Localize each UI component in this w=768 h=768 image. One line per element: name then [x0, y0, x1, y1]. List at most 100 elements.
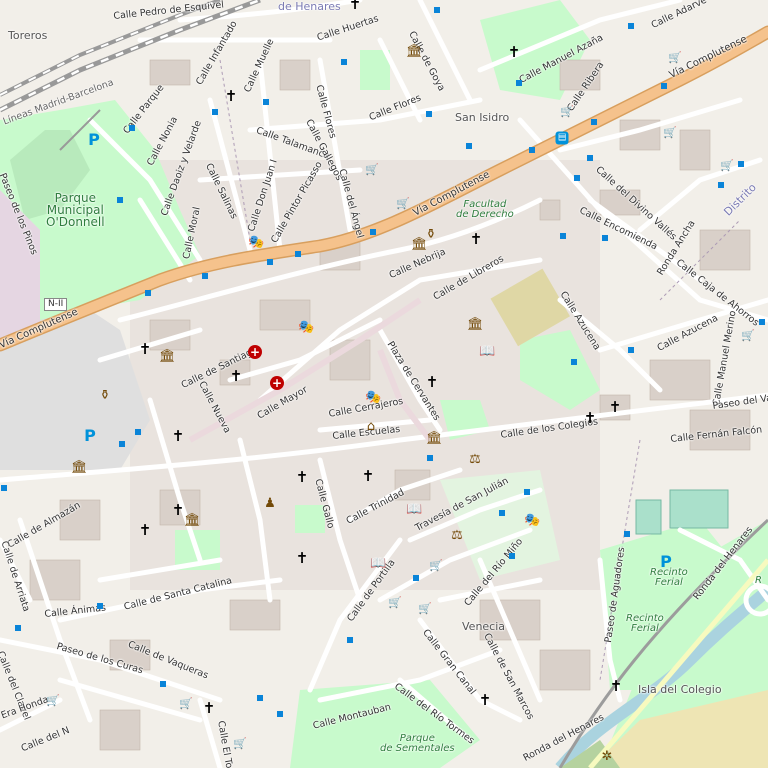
theatre-icon[interactable]: 🎭 — [248, 236, 264, 250]
shop-icon[interactable]: 🛒 — [741, 329, 755, 343]
transit-stop[interactable] — [119, 441, 125, 447]
church-icon[interactable]: ✝ — [171, 503, 185, 518]
church-icon[interactable]: ✝ — [583, 411, 597, 426]
transit-stop[interactable] — [591, 119, 597, 125]
courthouse-icon[interactable]: ⚖ — [468, 453, 482, 467]
transit-stop[interactable] — [516, 80, 522, 86]
church-icon[interactable]: ✝ — [295, 551, 309, 566]
church-icon[interactable]: ✝ — [469, 232, 483, 247]
museum-icon[interactable]: 🏛 — [411, 238, 428, 252]
transit-stop[interactable] — [427, 455, 433, 461]
shop-icon[interactable]: 🛒 — [46, 694, 60, 708]
transit-stop[interactable] — [202, 273, 208, 279]
transit-stop[interactable] — [277, 711, 283, 717]
church-icon[interactable]: ✝ — [478, 693, 492, 708]
shop-icon[interactable]: 🛒 — [418, 602, 432, 616]
bus-station-icon[interactable]: ▤ — [555, 131, 569, 145]
viewpoint-icon[interactable]: ✲ — [600, 750, 614, 764]
shop-icon[interactable]: 🛒 — [720, 159, 734, 173]
transit-stop[interactable] — [560, 233, 566, 239]
transit-stop[interactable] — [145, 290, 151, 296]
museum-icon[interactable]: 🏛 — [426, 432, 443, 446]
transit-stop[interactable] — [529, 147, 535, 153]
museum-icon[interactable]: 🏛 — [184, 514, 201, 528]
shop-icon[interactable]: 🛒 — [663, 126, 677, 140]
shop-icon[interactable]: 🛒 — [365, 163, 379, 177]
monument-icon[interactable]: ⚱ — [424, 228, 438, 242]
transit-stop[interactable] — [129, 125, 135, 131]
transit-stop[interactable] — [466, 143, 472, 149]
transit-stop[interactable] — [509, 553, 515, 559]
museum-icon[interactable]: 🏛 — [406, 45, 423, 59]
transit-stop[interactable] — [160, 681, 166, 687]
transit-stop[interactable] — [257, 695, 263, 701]
townhall-icon[interactable]: ⌂ — [364, 420, 378, 434]
church-icon[interactable]: ✝ — [608, 400, 622, 415]
theatre-icon[interactable]: 🎭 — [298, 321, 314, 335]
museum-icon[interactable]: 🏛 — [159, 350, 176, 364]
theatre-icon[interactable]: 🎭 — [365, 391, 381, 405]
transit-stop[interactable] — [602, 235, 608, 241]
transit-stop[interactable] — [117, 197, 123, 203]
shop-icon[interactable]: 🛒 — [560, 105, 574, 119]
courthouse-icon[interactable]: ⚖ — [450, 529, 464, 543]
transit-stop[interactable] — [1, 485, 7, 491]
transit-stop[interactable] — [718, 182, 724, 188]
church-icon[interactable]: ✝ — [224, 89, 238, 104]
transit-stop[interactable] — [738, 161, 744, 167]
shop-icon[interactable]: 🛒 — [429, 559, 443, 573]
library-icon[interactable]: 📖 — [406, 503, 422, 517]
church-icon[interactable]: ✝ — [202, 701, 216, 716]
transit-stop[interactable] — [347, 637, 353, 643]
church-icon[interactable]: ✝ — [229, 369, 243, 384]
church-icon[interactable]: ✝ — [425, 375, 439, 390]
transit-stop[interactable] — [574, 175, 580, 181]
church-icon[interactable]: ✝ — [361, 469, 375, 484]
transit-stop[interactable] — [15, 625, 21, 631]
hospital-icon[interactable]: + — [248, 345, 262, 359]
church-icon[interactable]: ✝ — [348, 0, 362, 12]
transit-stop[interactable] — [341, 59, 347, 65]
shop-icon[interactable]: 🛒 — [233, 737, 247, 751]
hospital-icon[interactable]: + — [270, 376, 284, 390]
transit-stop[interactable] — [624, 531, 630, 537]
map-view[interactable]: Calle Pedro de Esquivel Calle Infantado … — [0, 0, 768, 768]
parking-icon[interactable]: P — [659, 554, 673, 570]
museum-icon[interactable]: 🏛 — [467, 318, 484, 332]
transit-stop[interactable] — [212, 109, 218, 115]
transit-stop[interactable] — [413, 575, 419, 581]
transit-stop[interactable] — [434, 7, 440, 13]
statue-icon[interactable]: ♟ — [263, 497, 277, 511]
transit-stop[interactable] — [426, 111, 432, 117]
transit-stop[interactable] — [571, 359, 577, 365]
transit-stop[interactable] — [267, 259, 273, 265]
transit-stop[interactable] — [97, 603, 103, 609]
transit-stop[interactable] — [263, 99, 269, 105]
library-icon[interactable]: 📖 — [479, 345, 495, 359]
transit-stop[interactable] — [295, 251, 301, 257]
parking-icon[interactable]: P — [83, 428, 97, 444]
shop-icon[interactable]: 🛒 — [396, 197, 410, 211]
shop-icon[interactable]: 🛒 — [179, 697, 193, 711]
parking-icon[interactable]: P — [87, 132, 101, 148]
shop-icon[interactable]: 🛒 — [388, 596, 402, 610]
church-icon[interactable]: ✝ — [138, 342, 152, 357]
church-icon[interactable]: ✝ — [138, 523, 152, 538]
monument-icon[interactable]: ⚱ — [98, 389, 112, 403]
transit-stop[interactable] — [661, 83, 667, 89]
theatre-icon[interactable]: 🎭 — [524, 514, 540, 528]
transit-stop[interactable] — [499, 510, 505, 516]
church-icon[interactable]: ✝ — [507, 45, 521, 60]
church-icon[interactable]: ✝ — [609, 679, 623, 694]
museum-icon[interactable]: 🏛 — [71, 461, 88, 475]
transit-stop[interactable] — [135, 429, 141, 435]
transit-stop[interactable] — [524, 489, 530, 495]
transit-stop[interactable] — [370, 229, 376, 235]
transit-stop[interactable] — [628, 347, 634, 353]
shop-icon[interactable]: 🛒 — [668, 51, 682, 65]
church-icon[interactable]: ✝ — [171, 429, 185, 444]
library-icon[interactable]: 📖 — [370, 557, 386, 571]
church-icon[interactable]: ✝ — [295, 470, 309, 485]
transit-stop[interactable] — [587, 155, 593, 161]
transit-stop[interactable] — [628, 23, 634, 29]
